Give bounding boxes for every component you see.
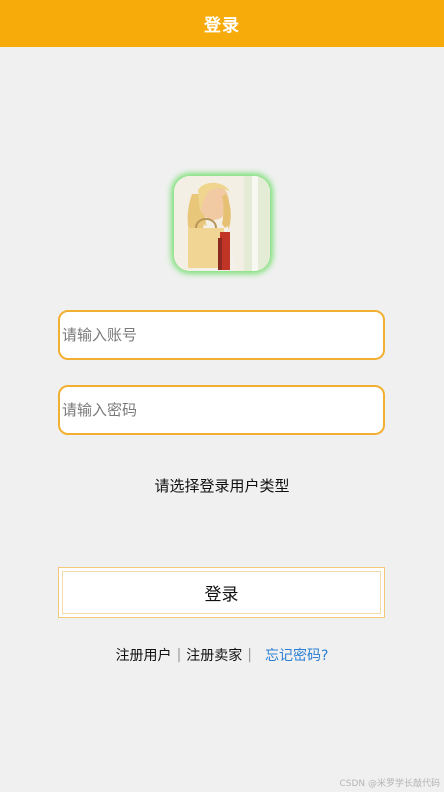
watermark: CSDN @米罗学长敲代码 — [339, 779, 440, 789]
shopping-woman-photo-icon — [174, 176, 270, 271]
login-button[interactable]: 登录 — [58, 567, 385, 618]
register-seller-link[interactable]: 注册卖家 — [186, 645, 242, 665]
login-button-label: 登录 — [204, 585, 239, 605]
password-field[interactable] — [58, 385, 385, 435]
register-user-link[interactable]: 注册用户 — [116, 645, 172, 665]
account-links: 注册用户 | 注册卖家 | 忘记密码? — [0, 645, 444, 665]
header-bar: 登录 — [0, 0, 444, 47]
account-field[interactable] — [58, 310, 385, 360]
forgot-password-link[interactable]: 忘记密码? — [265, 645, 328, 665]
page-title: 登录 — [204, 16, 240, 36]
avatar — [174, 176, 270, 271]
password-input[interactable] — [60, 387, 383, 433]
account-input[interactable] — [60, 312, 383, 358]
link-separator: | — [176, 647, 182, 663]
user-type-selector[interactable]: 请选择登录用户类型 — [0, 475, 444, 496]
link-separator: | — [247, 647, 252, 663]
